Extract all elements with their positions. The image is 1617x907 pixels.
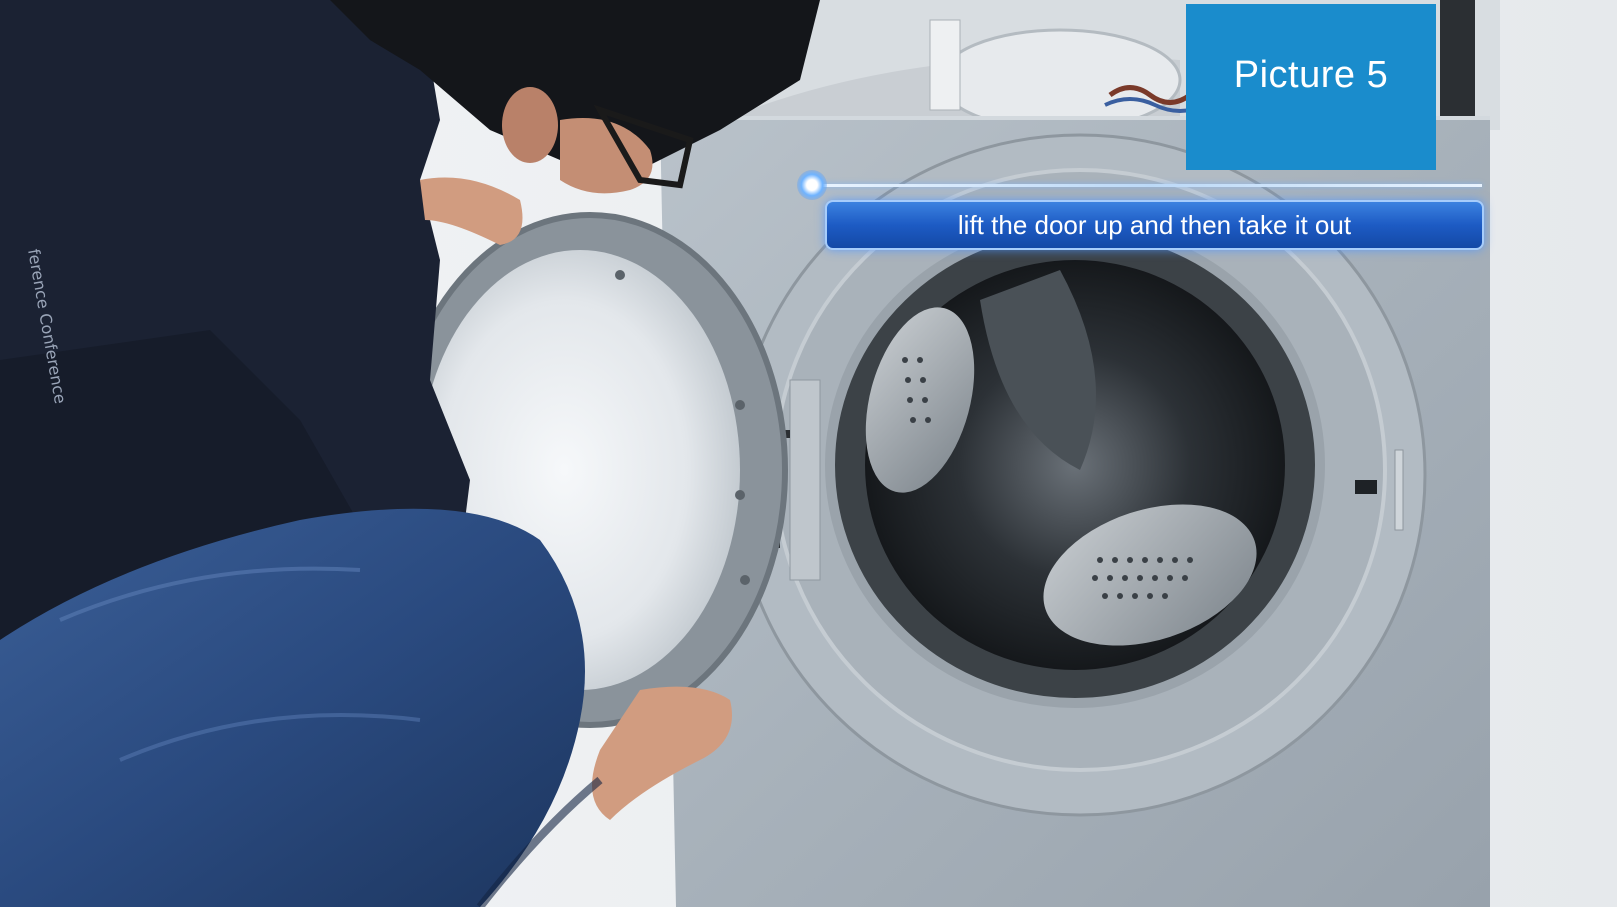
instruction-caption-text: lift the door up and then take it out xyxy=(957,209,1352,240)
video-frame: ference Conference lift the door up and … xyxy=(0,0,1617,907)
picture-number-label: Picture 5 xyxy=(1233,53,1389,96)
picture-number-badge: Picture 5 xyxy=(1186,4,1436,170)
callout-dot xyxy=(797,170,827,200)
callout-line xyxy=(818,184,1482,187)
instruction-caption: lift the door up and then take it out xyxy=(825,200,1484,250)
